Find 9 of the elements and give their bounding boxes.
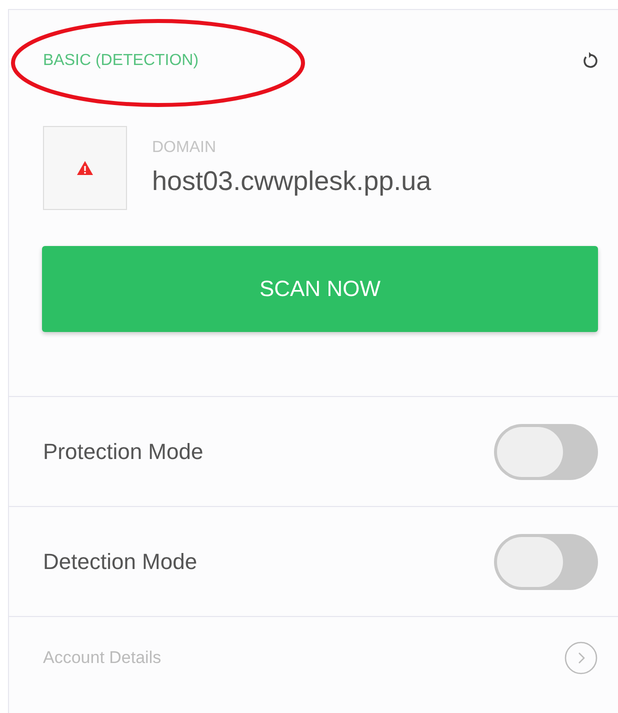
- plan-title: BASIC (DETECTION): [43, 52, 199, 70]
- mode-label: Detection Mode: [43, 548, 198, 574]
- account-details-link[interactable]: Account Details: [43, 648, 162, 668]
- domain-label: DOMAIN: [152, 139, 217, 157]
- domain-name: host03.cwwplesk.pp.ua: [152, 166, 432, 197]
- refresh-icon[interactable]: [582, 51, 598, 69]
- scan-now-button[interactable]: SCAN NOW: [42, 246, 598, 332]
- mode-label: Protection Mode: [43, 438, 204, 464]
- chevron-circle-icon[interactable]: [564, 640, 598, 674]
